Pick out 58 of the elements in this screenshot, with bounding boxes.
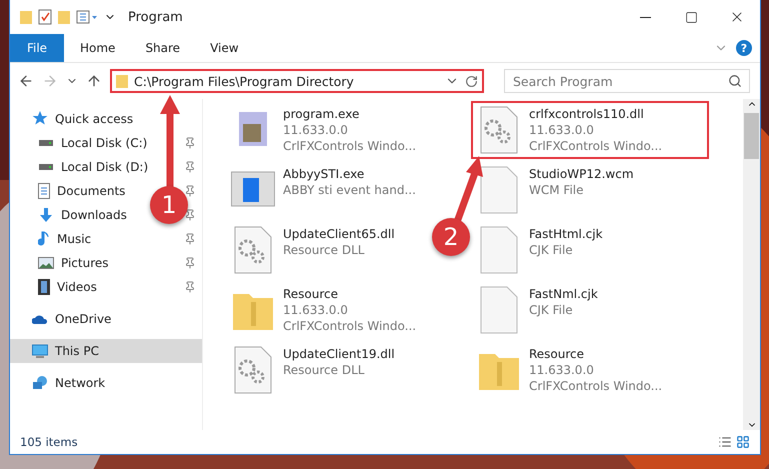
file-item[interactable]: crlfxcontrols110.dll 11.633.0.0 CrlFXControls Windo...: [471, 101, 709, 159]
sidebar-item[interactable]: Local Disk (C:): [61, 136, 148, 150]
scrollbar[interactable]: [743, 99, 760, 430]
document-icon: [38, 183, 50, 199]
file-item[interactable]: FastHtml.cjk CJK File: [471, 221, 613, 279]
back-icon: [18, 73, 34, 89]
sidebar-item[interactable]: Documents: [57, 184, 126, 198]
music-note-icon: [38, 231, 50, 247]
ribbon-tab[interactable]: File: [10, 34, 64, 62]
up-icon: [86, 73, 102, 89]
search-field[interactable]: Search Program: [504, 69, 750, 93]
search-icon: [728, 74, 742, 88]
ribbon-tab[interactable]: Share: [131, 34, 194, 62]
network-icon: [32, 375, 48, 391]
up-button[interactable]: [86, 73, 102, 89]
picture-icon: [38, 257, 54, 269]
scroll-thumb[interactable]: [744, 113, 759, 159]
file-item[interactable]: Resource 11.633.0.0 CrlFXControls Windo...: [225, 281, 426, 339]
file-item[interactable]: AbbyySTI.exe ABBY sti event hand...: [225, 161, 426, 219]
view-icon[interactable]: [76, 10, 98, 24]
computer-icon: [32, 343, 48, 359]
file-item[interactable]: FastNml.cjk CJK File: [471, 281, 608, 339]
sidebar-item[interactable]: Music: [57, 232, 92, 246]
maximize-icon: [684, 10, 698, 24]
arrow: [454, 156, 483, 224]
sidebar-item[interactable]: Videos: [57, 280, 97, 294]
drive-icon: [38, 139, 54, 147]
forward-icon: [42, 73, 58, 89]
refresh-icon[interactable]: [465, 74, 478, 88]
file-item[interactable]: program.exe 11.633.0.0 CrlFXControls Windo...: [225, 101, 426, 159]
details-view-icon[interactable]: [718, 435, 732, 449]
file-item[interactable]: Resource 11.633.0.0 CrlFXControls Windo...: [471, 341, 672, 399]
folder-icon: [116, 74, 128, 88]
drive-icon: [38, 163, 54, 171]
help-button[interactable]: ?: [736, 40, 752, 56]
sidebar-item[interactable]: This PC: [55, 344, 99, 358]
back-button[interactable]: [18, 73, 34, 89]
file-item[interactable]: StudioWP12.wcm WCM File: [471, 161, 644, 219]
download-icon: [38, 207, 54, 223]
sidebar-item[interactable]: Quick access: [55, 112, 134, 126]
sidebar-item[interactable]: Downloads: [61, 208, 127, 222]
file-item[interactable]: UpdateClient65.dll Resource DLL: [225, 221, 405, 279]
film-icon: [38, 279, 50, 295]
properties-icon[interactable]: [38, 9, 52, 25]
ribbon-tab[interactable]: Home: [66, 34, 130, 62]
star-icon: [32, 111, 48, 127]
sidebar-item[interactable]: Pictures: [61, 256, 109, 270]
sidebar-item[interactable]: OneDrive: [55, 312, 112, 326]
sidebar-item[interactable]: Local Disk (D:): [61, 160, 148, 174]
window-title: Program: [128, 10, 183, 24]
file-item[interactable]: UpdateClient19.dll Resource DLL: [225, 341, 405, 399]
folder-icon: [20, 10, 32, 24]
address-bar[interactable]: C:\Program Files\Program Directory: [110, 69, 484, 93]
ribbon-tab[interactable]: View: [196, 34, 253, 62]
minimize-icon: [640, 16, 650, 18]
large-icons-view-icon[interactable]: [736, 435, 750, 449]
sidebar-item[interactable]: Network: [55, 376, 106, 390]
item-count: 105 items: [20, 435, 78, 449]
